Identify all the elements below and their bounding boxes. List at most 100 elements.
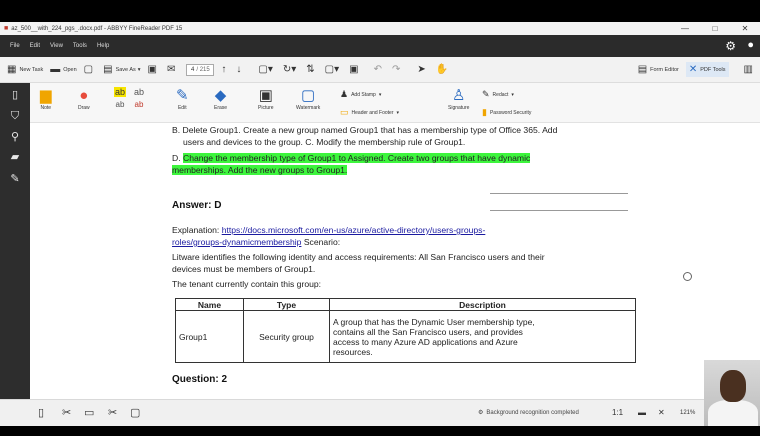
account-icon[interactable]: ●	[747, 39, 754, 51]
redo-button[interactable]: ↷	[392, 64, 403, 75]
table-header-name: Name	[175, 298, 244, 311]
bookmark-icon[interactable]: ⛉	[8, 109, 22, 123]
view-button[interactable]: ▢▾	[258, 64, 275, 75]
undo-icon: ↶	[373, 64, 382, 75]
redact-button[interactable]: ✎ Redact ▾	[482, 89, 514, 100]
save-as-button[interactable]: ▤ Save As ▾	[103, 64, 140, 75]
sidebar-toggle-button[interactable]: ▥	[744, 64, 756, 75]
signature-panel-icon[interactable]: ✎	[8, 171, 22, 185]
menu-edit[interactable]: Edit	[30, 43, 40, 49]
menu-help[interactable]: Help	[97, 43, 109, 49]
save-button[interactable]: ▢	[84, 64, 96, 75]
arrow-up-icon: ↑	[221, 64, 227, 75]
strikeout-button[interactable]: ab ab	[134, 87, 144, 109]
redact-label: Redact	[492, 91, 509, 98]
header-footer-icon: ▭	[340, 107, 349, 117]
presenter-shirt	[708, 400, 758, 426]
edit-button[interactable]: ✎ Edit	[176, 87, 189, 111]
option-d-line2: memberships. Add the new groups to Group…	[172, 165, 348, 176]
app-window: ■ az_500__with_224_pgs_.docx.pdf - ABBYY…	[0, 0, 760, 436]
signature-icon: ♙	[451, 87, 466, 104]
presenter-head	[720, 370, 746, 402]
header-footer-button[interactable]: ▭ Header and Footer ▾	[340, 107, 399, 118]
table-header-row: Name Type Description	[175, 298, 636, 311]
fit-page-icon[interactable]: ✕	[658, 408, 665, 417]
print-button[interactable]: ▣	[148, 64, 160, 75]
underline-icon: ab	[115, 100, 125, 109]
header-footer-label: Header and Footer	[351, 109, 394, 116]
form-editor-label: Form Editor	[650, 66, 679, 73]
option-d-line1: D. Change the membership type of Group1 …	[172, 153, 531, 164]
table-cell-name: Group1	[175, 310, 244, 363]
form-editor-icon: ▤	[637, 64, 648, 75]
signature-label: Signature	[448, 105, 470, 111]
close-button[interactable]: ✕	[730, 22, 760, 35]
email-button[interactable]: ✉	[167, 64, 178, 75]
form-editor-button[interactable]: ▤ Form Editor	[638, 64, 679, 75]
compare-button[interactable]: ▣	[349, 64, 361, 75]
pdf-tools-button[interactable]: ✕ PDF Tools	[685, 62, 729, 77]
next-page-button[interactable]: ↓	[236, 64, 244, 75]
password-security-button[interactable]: ▮ Password Security	[482, 107, 531, 118]
insert-text-icon: ab	[134, 100, 144, 109]
watermark-button[interactable]: ▢ Watermark	[296, 87, 320, 111]
watermark-icon: ▢	[301, 87, 316, 104]
single-page-icon[interactable]: ▯	[38, 406, 44, 419]
highlight-button[interactable]: ab ab	[114, 87, 127, 109]
explanation-link[interactable]: https://docs.microsoft.com/en-us/azure/a…	[222, 225, 486, 235]
description-line: A group that has the Dynamic User member…	[333, 316, 535, 327]
maximize-button[interactable]: □	[700, 22, 730, 35]
note-button[interactable]: ▆ Note	[40, 87, 52, 111]
description-line: resources.	[333, 346, 373, 357]
picture-button[interactable]: ▣ Picture	[258, 87, 274, 111]
gear-icon[interactable]: ⚙	[725, 39, 736, 53]
prev-page-button[interactable]: ↑	[221, 64, 229, 75]
zoom-out-icon[interactable]: ▬	[638, 408, 646, 417]
question-heading: Question: 2	[172, 374, 228, 385]
explanation-line1: Explanation: https://docs.microsoft.com/…	[172, 225, 485, 236]
search-icon[interactable]: ⚲	[8, 129, 22, 143]
table-cell-description: A group that has the Dynamic User member…	[329, 310, 636, 363]
zoom-ratio[interactable]: 1:1	[612, 408, 623, 417]
new-task-button[interactable]: ▦ New Task	[7, 64, 43, 75]
scissors-icon[interactable]: ✂	[62, 406, 71, 419]
print-icon: ▣	[147, 64, 157, 75]
status-message-text: Background recognition completed	[486, 410, 579, 416]
rotate-button[interactable]: ↻▾	[283, 64, 299, 75]
undo-button[interactable]: ↶	[374, 64, 385, 75]
add-stamp-label: Add Stamp	[351, 91, 376, 98]
erase-button[interactable]: ◆ Erase	[214, 87, 227, 111]
new-task-label: New Task	[19, 66, 44, 73]
page-tools-button[interactable]: ▢▾	[325, 64, 342, 75]
main-toolbar: ▦ New Task ▬ Open ▢ ▤ Save As ▾ ▣ ✉ 4/ 215 ↑…	[0, 57, 760, 83]
comment-icon[interactable]: ▢	[130, 406, 140, 419]
page-number-field[interactable]: 4/ 215	[186, 63, 215, 76]
comments-icon[interactable]: ▰	[8, 149, 22, 163]
two-page-icon[interactable]: ▭	[84, 406, 94, 419]
option-d-highlight1: Change the membership type of Group1 to …	[182, 153, 531, 163]
crop-button[interactable]: ⇅	[306, 64, 317, 75]
menu-tools[interactable]: Tools	[73, 43, 87, 49]
minimize-button[interactable]: —	[670, 22, 700, 35]
group-table: Name Type Description Group1 Security gr…	[175, 298, 636, 363]
explanation-link-cont[interactable]: roles/groups-dynamicmembership	[172, 237, 301, 247]
hand-tool-button[interactable]: ✋	[436, 64, 451, 75]
signature-button[interactable]: ♙ Signature	[448, 87, 469, 111]
edit-label: Edit	[177, 105, 187, 111]
add-stamp-button[interactable]: ♟ Add Stamp ▾	[340, 89, 381, 100]
sidebar-icon: ▥	[743, 64, 753, 75]
open-button[interactable]: ▬ Open	[50, 64, 76, 75]
zoom-percent[interactable]: 121%	[680, 410, 695, 416]
draw-button[interactable]: ● Draw	[78, 87, 90, 111]
menu-file[interactable]: File	[10, 43, 20, 49]
menu-view[interactable]: View	[50, 43, 63, 49]
strikethrough-icon: ab	[134, 87, 145, 97]
table-header-type: Type	[243, 298, 330, 311]
page-current: 4	[191, 66, 195, 73]
option-b-line2: users and devices to the group. C. Modif…	[183, 137, 466, 147]
picture-icon: ▣	[258, 87, 273, 104]
cut-icon[interactable]: ✂	[108, 406, 117, 419]
chevron-down-icon: ▾	[378, 91, 382, 98]
select-tool-button[interactable]: ➤	[417, 64, 428, 75]
pages-icon[interactable]: ▯	[8, 87, 22, 101]
